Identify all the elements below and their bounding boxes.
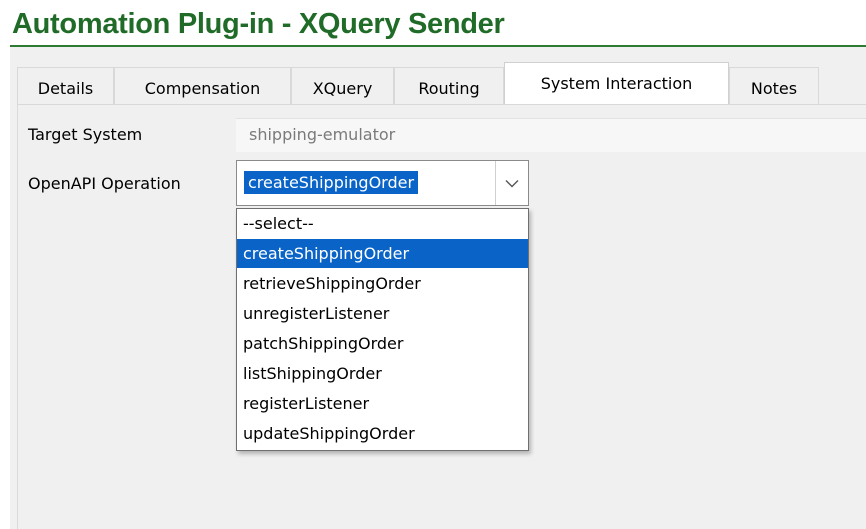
dropdown-option-retrieve-shipping-order[interactable]: retrieveShippingOrder: [237, 269, 528, 298]
tab-routing[interactable]: Routing: [394, 67, 504, 104]
tab-divider: [17, 104, 866, 105]
tab-label: Details: [37, 78, 94, 98]
tab-xquery[interactable]: XQuery: [291, 67, 394, 104]
page-title: Automation Plug-in - XQuery Sender: [12, 8, 505, 40]
tab-label: Routing: [418, 78, 480, 98]
dropdown-option-select[interactable]: --select--: [237, 209, 528, 238]
tab-notes[interactable]: Notes: [729, 67, 819, 104]
target-system-label: Target System: [28, 125, 143, 144]
dropdown-option-unregister-listener[interactable]: unregisterListener: [237, 299, 528, 328]
dropdown-option-patch-shipping-order[interactable]: patchShippingOrder: [237, 329, 528, 358]
tab-bar: Details Compensation XQuery Routing Syst…: [17, 62, 866, 104]
chevron-down-icon: [505, 179, 519, 187]
dropdown-option-list-shipping-order[interactable]: listShippingOrder: [237, 359, 528, 388]
tab-label: System Interaction: [540, 74, 693, 93]
openapi-operation-label: OpenAPI Operation: [28, 174, 181, 193]
selected-operation-text: createShippingOrder: [244, 171, 419, 194]
tab-label: Compensation: [144, 78, 261, 98]
dropdown-option-create-shipping-order[interactable]: createShippingOrder: [237, 239, 528, 268]
operation-dropdown-list: --select-- createShippingOrder retrieveS…: [236, 208, 529, 451]
tab-label: XQuery: [312, 78, 373, 98]
tab-details[interactable]: Details: [17, 67, 114, 104]
dropdown-option-register-listener[interactable]: registerListener: [237, 389, 528, 418]
tab-system-interaction[interactable]: System Interaction: [504, 62, 729, 104]
tab-compensation[interactable]: Compensation: [114, 67, 291, 104]
dropdown-toggle-button[interactable]: [495, 161, 528, 205]
openapi-operation-select[interactable]: createShippingOrder: [236, 160, 529, 206]
dropdown-option-update-shipping-order[interactable]: updateShippingOrder: [237, 419, 528, 448]
tab-label: Notes: [750, 78, 798, 98]
target-system-value: shipping-emulator: [249, 125, 396, 144]
